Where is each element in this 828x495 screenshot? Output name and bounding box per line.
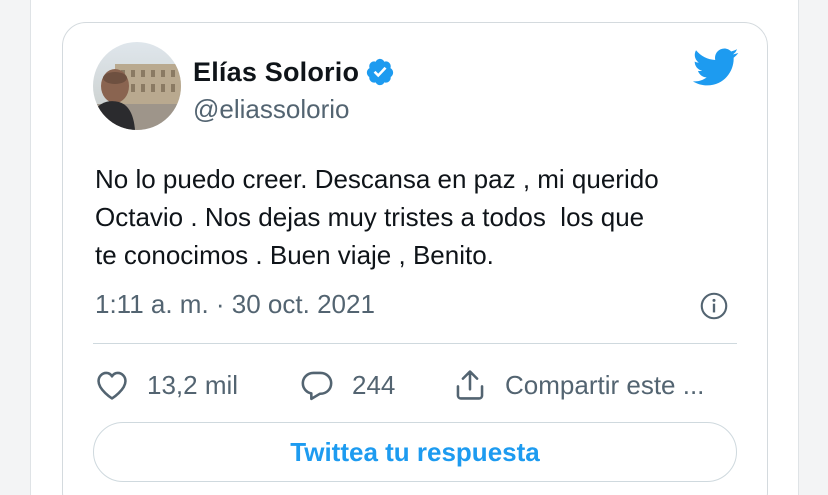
tweet-timestamp[interactable]: 1:11 a. m. · 30 oct. 2021	[95, 289, 375, 320]
share-icon	[456, 370, 484, 400]
verified-badge-icon	[367, 58, 394, 86]
reply-icon	[301, 371, 333, 401]
tweet-text: No lo puedo creer. Descansa en paz , mi …	[95, 164, 659, 270]
share-label: Compartir este ...	[505, 369, 705, 400]
heart-icon	[97, 371, 127, 400]
reply-action[interactable]: 244	[300, 365, 395, 405]
avatar[interactable]	[93, 42, 181, 130]
like-count: 13,2 mil	[147, 369, 239, 400]
like-action[interactable]: 13,2 mil	[95, 365, 238, 405]
author-handle[interactable]: @eliassolorio	[193, 94, 349, 125]
reply-count: 244	[352, 369, 396, 400]
divider	[93, 343, 737, 344]
info-icon[interactable]	[700, 292, 728, 320]
twitter-bird-icon[interactable]	[691, 47, 739, 87]
page: Elías Solorio @eliassolorio No lo puedo …	[0, 0, 828, 495]
embedded-tweet-card[interactable]: Elías Solorio @eliassolorio No lo puedo …	[62, 22, 768, 495]
reply-button[interactable]: Twittea tu respuesta	[93, 422, 737, 482]
share-action[interactable]: Compartir este ...	[453, 365, 704, 405]
tweet-actions: 13,2 mil 244 Compartir este ...	[95, 365, 745, 405]
author-name[interactable]: Elías Solorio	[193, 57, 359, 88]
author-name-row: Elías Solorio	[193, 56, 395, 88]
